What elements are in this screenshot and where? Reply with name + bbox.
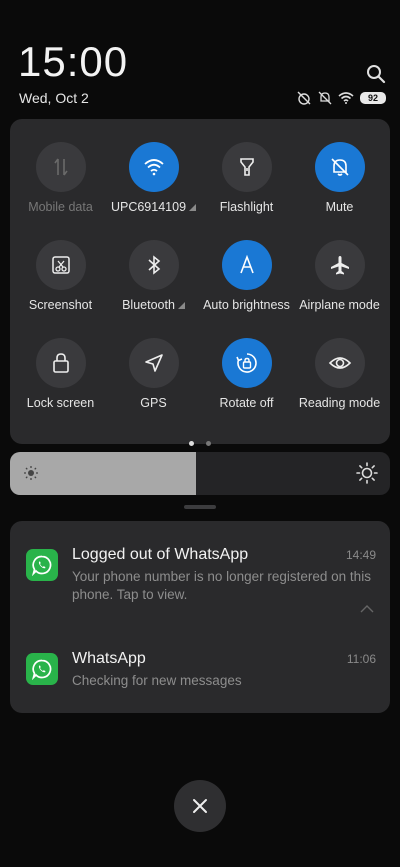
tile-screenshot[interactable]: Screenshot: [13, 240, 108, 312]
airplane-icon: [314, 240, 365, 290]
brightness-slider[interactable]: [10, 452, 390, 495]
tile-auto-brightness[interactable]: Auto brightness: [199, 240, 294, 312]
tile-label: Lock screen: [26, 396, 95, 410]
notification-group: Logged out of WhatsApp 14:49 Your phone …: [10, 521, 390, 713]
brightness-high-icon: [356, 462, 378, 484]
alarm-off-icon: [297, 91, 311, 105]
tile-flashlight[interactable]: Flashlight: [199, 142, 294, 214]
tile-lock-screen[interactable]: Lock screen: [13, 338, 108, 410]
wifi-network-name: UPC6914109: [110, 200, 187, 214]
tile-label: Screenshot: [28, 298, 93, 312]
eye-icon: [314, 338, 365, 388]
tile-rotate-off[interactable]: Rotate off: [199, 338, 294, 410]
screenshot-icon: [35, 240, 86, 290]
tile-wifi[interactable]: UPC6914109: [106, 142, 201, 214]
tile-label: Bluetooth: [106, 298, 201, 312]
bluetooth-label: Bluetooth: [122, 298, 175, 312]
tile-bluetooth[interactable]: Bluetooth: [106, 240, 201, 312]
whatsapp-icon: [26, 653, 58, 685]
flashlight-icon: [221, 142, 272, 192]
notification-item[interactable]: WhatsApp 11:06 Checking for new messages: [10, 631, 390, 713]
tile-label: Auto brightness: [203, 298, 290, 312]
expand-arrow-icon[interactable]: [177, 302, 185, 309]
tile-label: Rotate off: [219, 396, 274, 410]
tile-gps[interactable]: GPS: [106, 338, 201, 410]
page-indicator: [10, 433, 390, 451]
tile-reading-mode[interactable]: Reading mode: [292, 338, 387, 410]
tile-mute[interactable]: Mute: [292, 142, 387, 214]
wifi-status-icon: [338, 92, 354, 104]
notification-time: 14:49: [345, 548, 376, 562]
tile-label: Mobile data: [28, 200, 93, 214]
wifi-icon: [128, 142, 179, 192]
auto-brightness-icon: [221, 240, 272, 290]
bell-off-icon: [318, 91, 332, 105]
bell-off-icon: [314, 142, 365, 192]
gps-icon: [128, 338, 179, 388]
expand-arrow-icon[interactable]: [189, 204, 197, 211]
drag-handle[interactable]: [184, 505, 216, 509]
notification-title: WhatsApp: [72, 650, 146, 667]
notification-title: Logged out of WhatsApp: [72, 546, 249, 563]
chevron-up-icon[interactable]: [360, 605, 374, 613]
notification-item[interactable]: Logged out of WhatsApp 14:49 Your phone …: [10, 521, 390, 631]
tile-airplane-mode[interactable]: Airplane mode: [292, 240, 387, 312]
whatsapp-icon: [26, 549, 58, 581]
bluetooth-icon: [128, 240, 179, 290]
page-dot[interactable]: [206, 441, 212, 446]
notification-body: Checking for new messages: [72, 673, 242, 688]
close-icon: [193, 799, 207, 813]
tile-label: Airplane mode: [299, 298, 380, 312]
clear-all-button[interactable]: [174, 780, 226, 832]
tile-label: Flashlight: [219, 200, 274, 214]
mobile-data-icon: [35, 142, 86, 192]
status-bar-icons: 92: [296, 90, 386, 106]
lock-icon: [35, 338, 86, 388]
tile-label: GPS: [140, 396, 167, 410]
battery-indicator: 92: [360, 92, 386, 104]
search-icon[interactable]: [366, 64, 386, 84]
tile-label: Reading mode: [298, 396, 381, 410]
date[interactable]: Wed, Oct 2: [19, 90, 89, 106]
quick-settings-panel: Mobile data UPC6914109 Flashlight Mute S…: [10, 119, 390, 446]
tile-label: Mute: [325, 200, 354, 214]
clock[interactable]: 15:00: [18, 38, 128, 86]
notification-time: 11:06: [346, 652, 376, 666]
rotate-lock-icon: [221, 338, 272, 388]
notification-shade: 15:00 Wed, Oct 2 92 Mobile data UPC69141…: [0, 0, 400, 867]
tile-label: UPC6914109: [106, 200, 201, 214]
page-dot-active[interactable]: [188, 441, 194, 446]
notification-body: Your phone number is no longer registere…: [72, 569, 371, 602]
tile-mobile-data[interactable]: Mobile data: [13, 142, 108, 214]
brightness-low-icon: [24, 466, 38, 480]
